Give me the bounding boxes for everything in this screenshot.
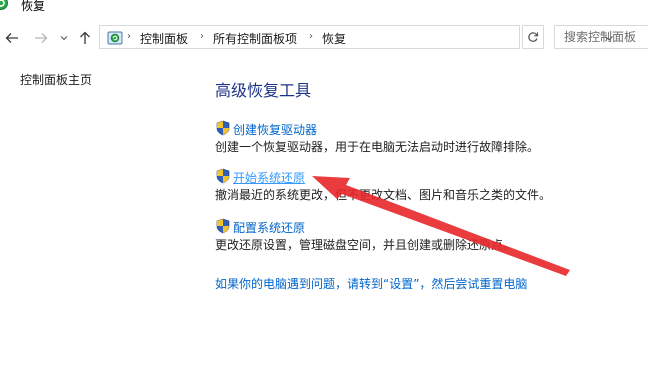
search-box[interactable] bbox=[554, 25, 648, 49]
address-bar[interactable]: › 控制面板 › 所有控制面板项 › 恢复 bbox=[99, 25, 613, 49]
recovery-icon bbox=[0, 0, 8, 10]
recent-locations-dropdown[interactable] bbox=[59, 28, 69, 48]
refresh-button[interactable] bbox=[522, 25, 544, 49]
create-recovery-drive-description: 创建一个恢复驱动器，用于在电脑无法启动时进行故障排除。 bbox=[215, 140, 540, 154]
chevron-down-icon bbox=[60, 36, 68, 41]
breadcrumb-separator[interactable]: › bbox=[309, 31, 313, 42]
breadcrumb-all-items[interactable]: 所有控制面板项 bbox=[213, 30, 297, 47]
arrow-left-icon bbox=[5, 33, 18, 43]
create-recovery-drive-link[interactable]: 创建恢复驱动器 bbox=[233, 121, 317, 138]
shield-icon bbox=[216, 168, 230, 184]
breadcrumb-recovery[interactable]: 恢复 bbox=[322, 30, 346, 47]
up-button[interactable] bbox=[77, 28, 93, 48]
window-title: 恢复 bbox=[21, 0, 46, 13]
breadcrumb-separator[interactable]: › bbox=[127, 31, 131, 42]
back-button[interactable] bbox=[4, 28, 20, 48]
reset-pc-link[interactable]: 如果你的电脑遇到问题，请转到“设置”，然后尝试重置电脑 bbox=[215, 275, 527, 292]
configure-system-restore-description: 更改还原设置，管理磁盘空间，并且创建或删除还原点。 bbox=[215, 238, 516, 252]
breadcrumb-control-panel[interactable]: 控制面板 bbox=[140, 30, 188, 47]
open-system-restore-description: 撤消最近的系统更改，但不更改文档、图片和音乐之类的文件。 bbox=[215, 188, 552, 202]
sidebar-control-panel-home[interactable]: 控制面板主页 bbox=[20, 71, 92, 88]
refresh-icon bbox=[528, 32, 539, 42]
configure-system-restore-link[interactable]: 配置系统还原 bbox=[233, 219, 305, 236]
title-bar: 恢复 bbox=[0, 0, 648, 20]
search-input[interactable] bbox=[555, 26, 648, 48]
forward-button[interactable] bbox=[33, 28, 49, 48]
shield-icon bbox=[216, 120, 230, 136]
open-system-restore-link[interactable]: 开始系统还原 bbox=[233, 169, 305, 186]
arrow-right-icon bbox=[35, 33, 48, 43]
shield-icon bbox=[216, 218, 230, 234]
arrow-up-icon bbox=[80, 31, 90, 44]
control-panel-icon bbox=[107, 31, 123, 45]
page-title: 高级恢复工具 bbox=[215, 81, 312, 100]
breadcrumb-separator[interactable]: › bbox=[200, 31, 204, 42]
